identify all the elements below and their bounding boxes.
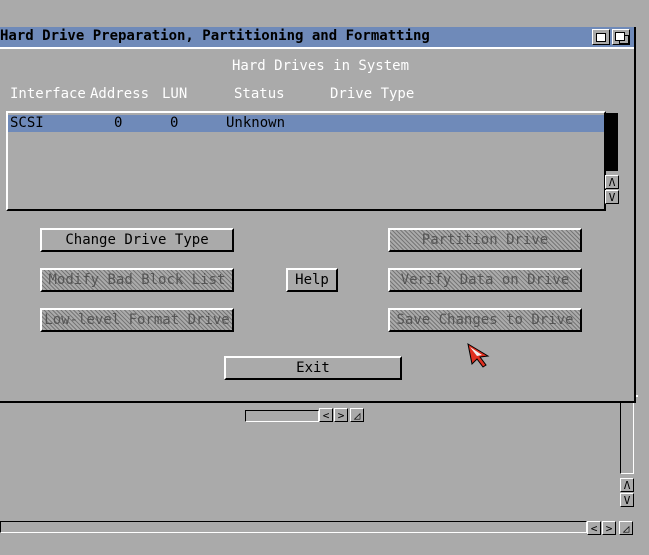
left-arrow-icon: < <box>322 409 330 422</box>
background-scroll-left-button[interactable]: < <box>587 521 601 535</box>
mini-resize-gadget[interactable]: ◿ <box>350 408 364 422</box>
list-scroll-up-button[interactable]: Λ <box>605 175 619 189</box>
low-level-format-button[interactable]: Low-level Format Drive <box>40 308 234 332</box>
resize-icon: ◿ <box>353 409 361 422</box>
row-lun: 0 <box>170 115 179 131</box>
down-arrow-icon: V <box>608 191 616 204</box>
left-arrow-icon: < <box>590 522 598 535</box>
change-drive-type-button[interactable]: Change Drive Type <box>40 228 234 252</box>
down-arrow-icon: V <box>623 494 631 507</box>
save-changes-button[interactable]: Save Changes to Drive <box>388 308 582 332</box>
window-titlebar[interactable]: Hard Drive Preparation, Partitioning and… <box>0 27 634 49</box>
zoom-icon <box>596 33 606 42</box>
window-title: Hard Drive Preparation, Partitioning and… <box>0 28 430 44</box>
drive-list[interactable]: SCSI 0 0 Unknown <box>6 111 606 211</box>
row-status: Unknown <box>226 115 286 131</box>
modify-bad-block-list-button[interactable]: Modify Bad Block List <box>40 268 234 292</box>
row-address: 0 <box>114 115 123 131</box>
list-heading: Hard Drives in System <box>232 58 410 74</box>
background-scroll-right-button[interactable]: > <box>602 521 616 535</box>
right-arrow-icon: > <box>605 522 613 535</box>
mini-scroll-track[interactable] <box>245 410 319 422</box>
background-resize-gadget[interactable]: ◿ <box>619 521 633 535</box>
column-header-drive-type: Drive Type <box>330 86 415 102</box>
background-scroll-down-button[interactable]: V <box>620 493 634 507</box>
depth-front-icon <box>615 32 625 41</box>
list-scroll-knob[interactable] <box>606 113 618 171</box>
background-scroll-up-button[interactable]: Λ <box>620 478 634 492</box>
column-header-address: Address <box>90 86 150 102</box>
background-vertical-scrollbar[interactable] <box>620 402 634 474</box>
background-horizontal-scrollbar[interactable] <box>0 521 587 533</box>
mini-horizontal-scrollbar: < > ◿ <box>245 408 365 424</box>
list-scroll-down-button[interactable]: V <box>605 190 619 204</box>
right-arrow-icon: > <box>337 409 345 422</box>
column-header-interface: Interface <box>10 86 86 102</box>
depth-gadget[interactable] <box>612 29 630 45</box>
verify-data-button[interactable]: Verify Data on Drive <box>388 268 582 292</box>
exit-button[interactable]: Exit <box>224 356 402 380</box>
up-arrow-icon: Λ <box>623 479 631 492</box>
partition-drive-button[interactable]: Partition Drive <box>388 228 582 252</box>
up-arrow-icon: Λ <box>608 176 616 189</box>
hd-prep-window: Hard Drive Preparation, Partitioning and… <box>0 27 636 403</box>
row-interface: SCSI <box>10 115 44 131</box>
resize-icon: ◿ <box>622 522 630 535</box>
mouse-pointer-icon <box>467 342 490 368</box>
list-item[interactable]: SCSI 0 0 Unknown <box>8 115 604 132</box>
mini-scroll-right-button[interactable]: > <box>334 408 348 422</box>
zoom-gadget[interactable] <box>592 29 610 45</box>
column-header-status: Status <box>234 86 285 102</box>
column-header-lun: LUN <box>162 86 188 102</box>
list-vertical-scrollbar[interactable]: Λ V <box>604 111 620 207</box>
mini-scroll-left-button[interactable]: < <box>319 408 333 422</box>
help-button[interactable]: Help <box>286 268 338 292</box>
